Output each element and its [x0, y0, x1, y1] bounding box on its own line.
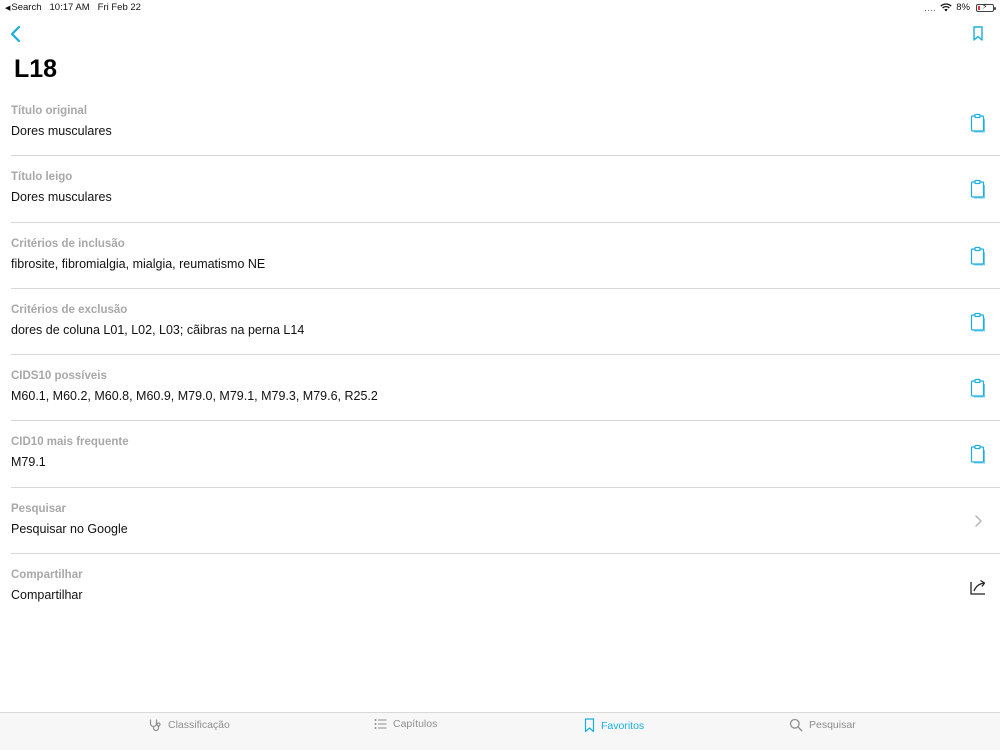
row-criterios-inclusao: Critérios de inclusão fibrosite, fibromi…: [11, 223, 1000, 289]
row-value: M79.1: [11, 455, 46, 470]
status-right: .... 8% ⚡: [924, 2, 996, 13]
status-back-app-label: Search: [11, 2, 42, 13]
copy-button[interactable]: [968, 245, 988, 267]
row-value: Dores musculares: [11, 190, 112, 205]
row-compartilhar[interactable]: Compartilhar Compartilhar: [11, 554, 1000, 620]
row-cid10-mais-frequente: CID10 mais frequente M79.1: [11, 421, 1000, 488]
row-pesquisar[interactable]: Pesquisar Pesquisar no Google: [11, 488, 1000, 555]
signal-dots: ....: [924, 2, 937, 13]
row-value: fibrosite, fibromialgia, mialgia, reumat…: [11, 256, 266, 271]
back-triangle-icon: ◀: [5, 5, 11, 12]
row-value: dores de coluna L01, L02, L03; cãibras n…: [11, 322, 305, 337]
row-titulo-leigo: Título leigo Dores musculares: [11, 156, 1000, 223]
share-icon: [970, 580, 986, 595]
copy-button[interactable]: [968, 311, 988, 333]
row-label: Compartilhar: [11, 569, 83, 582]
tab-label: Classificação: [168, 719, 230, 731]
row-label: Título leigo: [11, 171, 73, 184]
clipboard-icon: [970, 312, 985, 332]
status-left: ◀Search 10:17 AM Fri Feb 22: [5, 2, 141, 13]
tab-label: Favoritos: [601, 719, 645, 732]
row-value: Pesquisar no Google: [11, 521, 128, 536]
clipboard-icon: [970, 113, 985, 133]
tab-pesquisar[interactable]: Pesquisar: [789, 718, 856, 732]
copy-button[interactable]: [968, 178, 988, 200]
row-cids10-possiveis: CIDS10 possíveis M60.1, M60.2, M60.8, M6…: [11, 355, 1000, 422]
tab-classificacao[interactable]: Classificação: [148, 718, 230, 732]
bookmark-icon: [584, 718, 595, 733]
status-bar: ◀Search 10:17 AM Fri Feb 22 .... 8% ⚡: [0, 0, 1000, 16]
status-back-app[interactable]: ◀Search: [5, 2, 42, 13]
nav-bar: [0, 18, 1000, 50]
row-label: CID10 mais frequente: [11, 436, 129, 449]
clipboard-icon: [970, 246, 985, 266]
tab-bar: Classificação Capítulos Favoritos Pesqui…: [0, 712, 1000, 750]
row-titulo-original: Título original Dores musculares: [11, 90, 1000, 157]
bookmark-icon: [973, 26, 983, 41]
row-label: Critérios de exclusão: [11, 303, 128, 316]
copy-button[interactable]: [968, 443, 988, 465]
row-label: CIDS10 possíveis: [11, 370, 107, 383]
row-criterios-exclusao: Critérios de exclusão dores de coluna L0…: [11, 289, 1000, 356]
chevron-right-icon: [975, 515, 982, 527]
row-label: Título original: [11, 105, 88, 117]
clipboard-icon: [970, 180, 985, 199]
clipboard-icon: [970, 379, 985, 398]
row-label: Critérios de inclusão: [11, 237, 125, 250]
row-label: Pesquisar: [11, 502, 66, 515]
search-icon: [789, 718, 803, 732]
detail-list: Título original Dores musculares Título …: [11, 90, 1000, 620]
status-date: Fri Feb 22: [97, 2, 141, 13]
clipboard-icon: [970, 445, 985, 464]
page-title: L18: [14, 55, 58, 83]
copy-button[interactable]: [968, 112, 988, 134]
battery-percent: 8%: [956, 2, 970, 13]
share-button[interactable]: [968, 576, 988, 598]
row-value: Compartilhar: [11, 588, 83, 603]
stethoscope-icon: [149, 719, 161, 732]
row-value: M60.1, M60.2, M60.8, M60.9, M79.0, M79.1…: [11, 389, 378, 404]
tab-label: Capítulos: [393, 718, 438, 730]
search-google-button[interactable]: [968, 510, 988, 532]
battery-icon: ⚡: [976, 2, 996, 12]
bookmark-button[interactable]: [970, 24, 986, 44]
row-value: Dores musculares: [11, 124, 112, 138]
copy-button[interactable]: [968, 377, 988, 399]
status-time: 10:17 AM: [49, 2, 90, 13]
tab-capitulos[interactable]: Capítulos: [374, 718, 437, 730]
tab-favoritos[interactable]: Favoritos: [584, 718, 644, 733]
wifi-icon: [940, 3, 952, 12]
tab-label: Pesquisar: [809, 719, 856, 731]
list-icon: [374, 719, 387, 729]
back-button[interactable]: [6, 22, 28, 46]
chevron-left-icon: [10, 25, 21, 43]
